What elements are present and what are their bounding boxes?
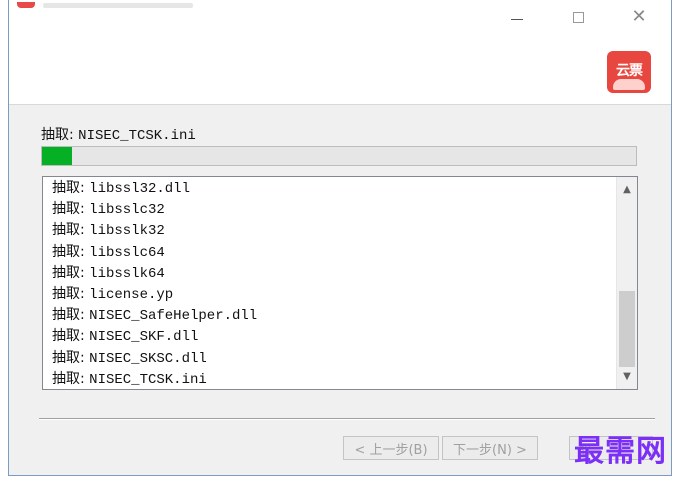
log-item: 抽取: libsslk64 bbox=[43, 263, 615, 284]
maximize-icon bbox=[572, 11, 584, 23]
current-extract-label: 抽取: NISEC_TCSK.ini bbox=[41, 124, 196, 144]
log-item: 抽取: NISEC_SKSC.dll bbox=[43, 348, 615, 369]
installer-window: ✕ 云票 抽取: NISEC_TCSK.ini 抽取: libssl32.dll… bbox=[8, 0, 672, 476]
log-item-file: libsslk64 bbox=[89, 265, 165, 282]
log-item-file: license.yp bbox=[89, 286, 174, 303]
scroll-down-icon[interactable]: ▼ bbox=[617, 368, 637, 385]
log-item-prefix: 抽取: bbox=[52, 307, 85, 324]
header-panel: ✕ 云票 bbox=[9, 0, 671, 105]
log-item-prefix: 抽取: bbox=[52, 222, 85, 239]
log-item: 抽取: NISEC_SKF.dll bbox=[43, 326, 615, 347]
yunpiao-logo: 云票 bbox=[607, 51, 651, 93]
window-title bbox=[43, 3, 193, 8]
progress-bar bbox=[41, 146, 637, 166]
close-button[interactable]: ✕ bbox=[623, 4, 655, 30]
log-item-prefix: 抽取: bbox=[52, 180, 85, 196]
extract-log-list[interactable]: 抽取: libssl32.dll 抽取: libsslc32 抽取: libsslk… bbox=[42, 176, 638, 390]
log-item-file: NISEC_SKSC.dll bbox=[89, 350, 207, 367]
log-item: 抽取: libssl32.dll bbox=[43, 178, 615, 199]
status-prefix: 抽取: bbox=[41, 127, 74, 143]
next-button[interactable]: 下一步(N) > bbox=[442, 436, 538, 460]
minimize-icon bbox=[511, 18, 523, 20]
vertical-scrollbar[interactable]: ▲ ▼ bbox=[616, 177, 637, 389]
log-item-file: NISEC_TCSK.ini bbox=[89, 371, 207, 388]
log-item-file: libsslk32 bbox=[89, 223, 165, 240]
log-item: 抽取: libsslk32 bbox=[43, 220, 615, 241]
log-item-prefix: 抽取: bbox=[52, 370, 85, 387]
log-item: 抽取: libsslc32 bbox=[43, 199, 615, 220]
log-item: 抽取: NISEC_SafeHelper.dll bbox=[43, 305, 615, 326]
progress-fill bbox=[42, 147, 72, 165]
scroll-up-icon[interactable]: ▲ bbox=[617, 181, 637, 198]
log-item-prefix: 抽取: bbox=[52, 201, 85, 218]
minimize-button[interactable] bbox=[501, 4, 533, 30]
log-item: 抽取: NISEC_TCSK.ini bbox=[43, 369, 615, 389]
watermark: 最需网 bbox=[574, 434, 667, 469]
log-item-file: libsslc32 bbox=[89, 202, 165, 219]
log-item-prefix: 抽取: bbox=[52, 328, 85, 345]
log-item-file: NISEC_SKF.dll bbox=[89, 329, 199, 346]
footer-divider bbox=[39, 418, 655, 420]
logo-text: 云票 bbox=[616, 63, 643, 79]
status-file: NISEC_TCSK.ini bbox=[78, 128, 196, 144]
app-icon bbox=[17, 2, 35, 8]
scroll-thumb[interactable] bbox=[619, 291, 635, 367]
log-item-prefix: 抽取: bbox=[52, 243, 85, 260]
close-icon: ✕ bbox=[631, 6, 647, 27]
maximize-button[interactable] bbox=[562, 4, 594, 30]
log-item-file: libsslc64 bbox=[89, 244, 165, 261]
log-item-file: NISEC_SafeHelper.dll bbox=[89, 308, 258, 325]
prev-button[interactable]: < 上一步(B) bbox=[343, 436, 439, 460]
cloud-icon bbox=[613, 79, 645, 90]
log-item-file: libssl32.dll bbox=[89, 181, 190, 197]
log-item-prefix: 抽取: bbox=[52, 264, 85, 281]
log-items: 抽取: libssl32.dll 抽取: libsslc32 抽取: libsslk… bbox=[43, 177, 615, 389]
log-item-prefix: 抽取: bbox=[52, 285, 85, 302]
log-item-prefix: 抽取: bbox=[52, 349, 85, 366]
log-item: 抽取: license.yp bbox=[43, 284, 615, 305]
log-item: 抽取: libsslc64 bbox=[43, 242, 615, 263]
